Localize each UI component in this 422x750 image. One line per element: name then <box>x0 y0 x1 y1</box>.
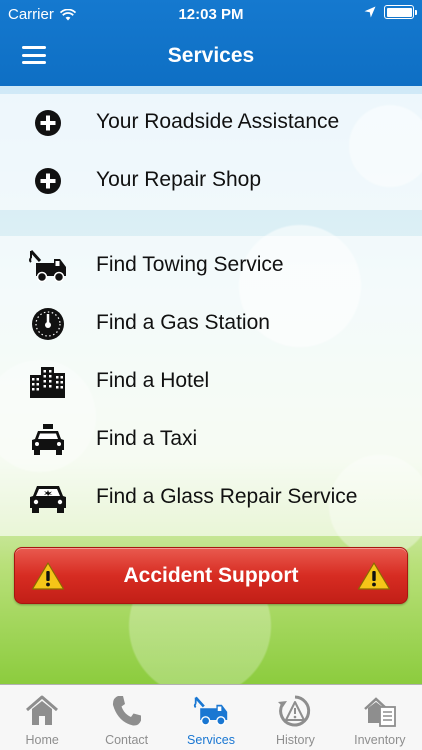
header: Carrier 12:03 PM Services <box>0 0 422 86</box>
service-roadside-assistance[interactable]: Your Roadside Assistance <box>0 94 422 152</box>
services-content: Your Roadside Assistance Your Repair Sho… <box>0 86 422 684</box>
inventory-icon <box>363 697 396 727</box>
service-find-glass-repair[interactable]: Find a Glass Repair Service <box>0 469 422 527</box>
nav-bar: Services <box>0 30 422 86</box>
accident-support-label: Accident Support <box>123 564 299 587</box>
tab-home[interactable]: Home <box>0 685 84 750</box>
status-bar: Carrier 12:03 PM <box>0 0 422 30</box>
service-label: Your Repair Shop <box>96 168 262 191</box>
taxi-icon <box>28 422 68 458</box>
tow-truck-icon <box>193 696 228 726</box>
primary-services-section: Your Roadside Assistance Your Repair Sho… <box>0 94 422 210</box>
service-find-gas-station[interactable]: Find a Gas Station <box>0 295 422 353</box>
car-glass-icon <box>28 480 68 516</box>
location-arrow-icon <box>364 6 376 18</box>
service-label: Find Towing Service <box>96 253 284 276</box>
buildings-icon <box>28 364 68 400</box>
warning-icon <box>357 562 391 590</box>
tab-inventory[interactable]: Inventory <box>338 685 422 750</box>
service-repair-shop[interactable]: Your Repair Shop <box>0 152 422 210</box>
find-services-section: Find Towing Service Find a Gas Station F… <box>0 236 422 536</box>
status-right <box>364 5 417 19</box>
service-label: Find a Hotel <box>96 369 210 392</box>
service-label: Find a Gas Station <box>96 311 270 334</box>
tab-label: Services <box>187 733 235 747</box>
service-label: Your Roadside Assistance <box>96 110 340 133</box>
tab-contact[interactable]: Contact <box>84 685 168 750</box>
tab-bar: Home Contact Services History Inventory <box>0 684 422 750</box>
home-icon <box>26 695 59 725</box>
tab-label: Contact <box>105 733 149 747</box>
tab-label: Inventory <box>354 733 406 747</box>
gauge-icon <box>28 306 68 342</box>
service-find-taxi[interactable]: Find a Taxi <box>0 411 422 469</box>
tab-label: History <box>275 733 315 747</box>
service-label: Find a Glass Repair Service <box>96 485 358 508</box>
page-title: Services <box>167 44 255 67</box>
tab-services[interactable]: Services <box>169 685 253 750</box>
accident-support-button[interactable]: Accident Support <box>14 547 408 604</box>
plus-circle-icon <box>28 105 68 141</box>
tab-history[interactable]: History <box>253 685 337 750</box>
tab-label: Home <box>25 733 59 747</box>
plus-circle-icon <box>28 163 68 199</box>
tow-truck-icon <box>28 248 68 284</box>
service-find-hotel[interactable]: Find a Hotel <box>0 353 422 411</box>
battery-icon <box>384 5 417 19</box>
phone-icon <box>112 696 141 726</box>
status-time: 12:03 PM <box>178 6 244 23</box>
service-find-towing[interactable]: Find Towing Service <box>0 237 422 295</box>
service-label: Find a Taxi <box>96 427 198 450</box>
history-icon <box>278 695 311 727</box>
